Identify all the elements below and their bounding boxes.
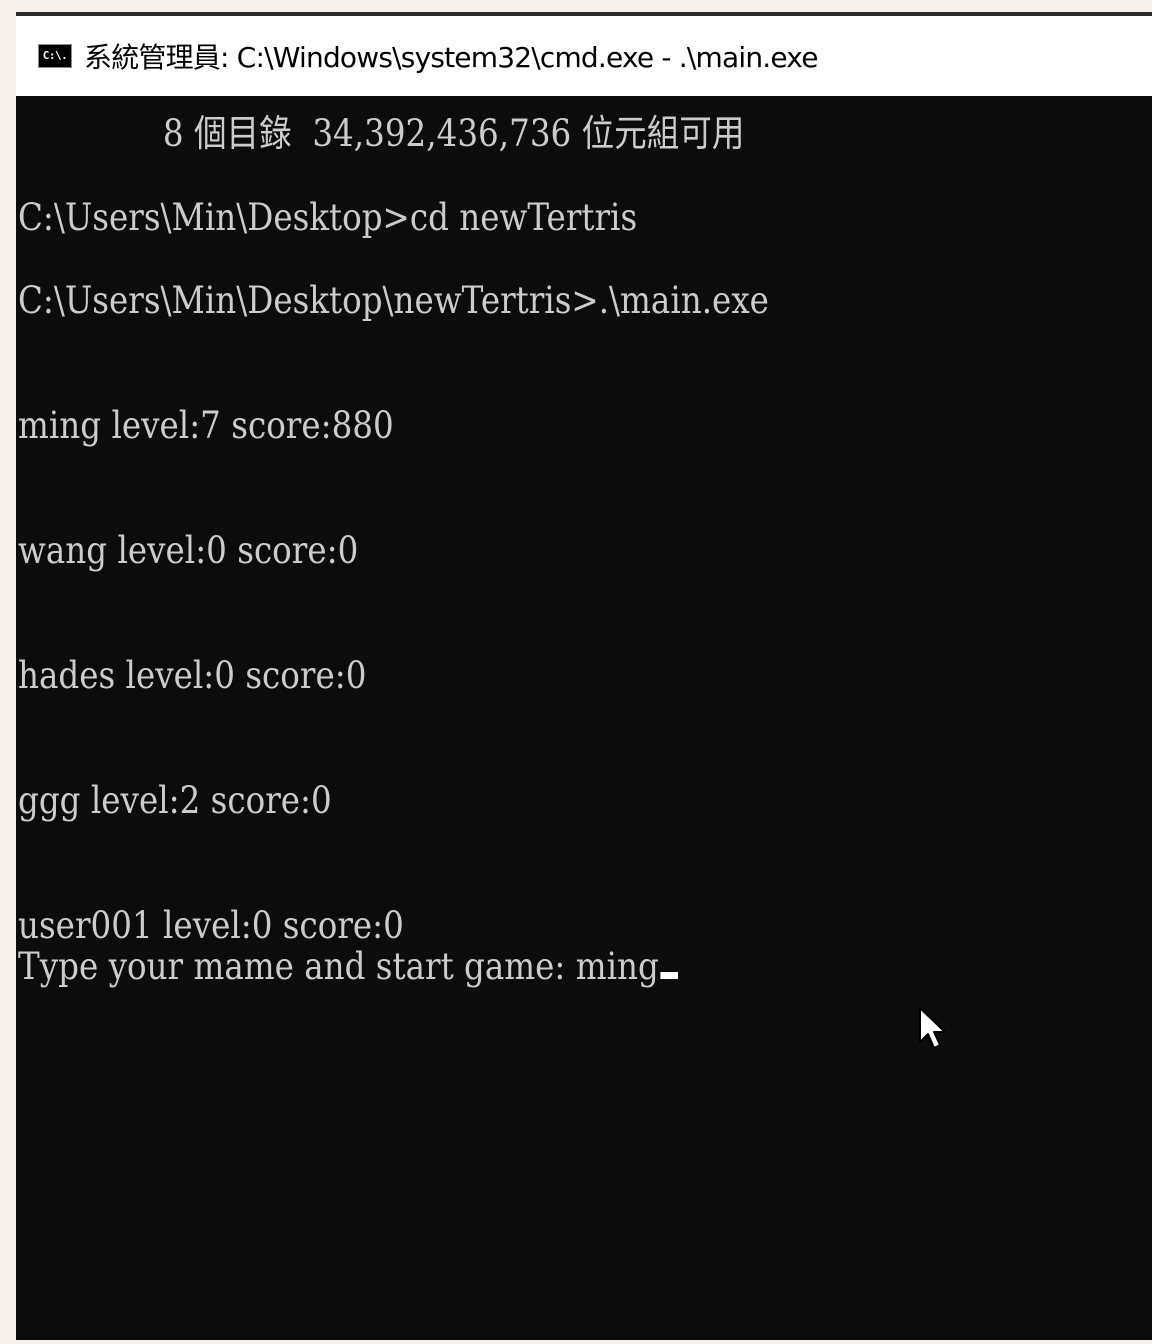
prompt-text: Type your mame and start game: ming: [18, 945, 659, 988]
text-cursor: [660, 972, 679, 979]
mouse-pointer-icon: [919, 1007, 946, 1049]
cmd-console-icon[interactable]: C:\.: [38, 44, 72, 68]
player-score-line: hades level:0 score:0: [18, 654, 367, 697]
terminal-prompt-line[interactable]: Type your mame and start game: ming: [18, 945, 679, 988]
window-titlebar[interactable]: C:\. 系統管理員: C:\Windows\system32\cmd.exe …: [16, 16, 1152, 96]
player-score-line: wang level:0 score:0: [18, 529, 359, 572]
terminal-output[interactable]: 8 個目錄 34,392,436,736 位元組可用 C:\Users\Min\…: [16, 96, 1152, 1344]
window-title: 系統管理員: C:\Windows\system32\cmd.exe - .\m…: [84, 41, 818, 74]
terminal-line-run-command: C:\Users\Min\Desktop\newTertris>.\main.e…: [18, 279, 769, 322]
player-score-line: user001 level:0 score:0: [18, 904, 404, 947]
terminal-line-cd-command: C:\Users\Min\Desktop>cd newTertris: [18, 196, 638, 239]
player-score-line: ming level:7 score:880: [18, 404, 394, 447]
terminal-line-dir-summary: 8 個目錄 34,392,436,736 位元組可用: [18, 112, 745, 155]
player-score-line: ggg level:2 score:0: [18, 779, 332, 822]
cmd-window: C:\. 系統管理員: C:\Windows\system32\cmd.exe …: [16, 12, 1152, 1340]
